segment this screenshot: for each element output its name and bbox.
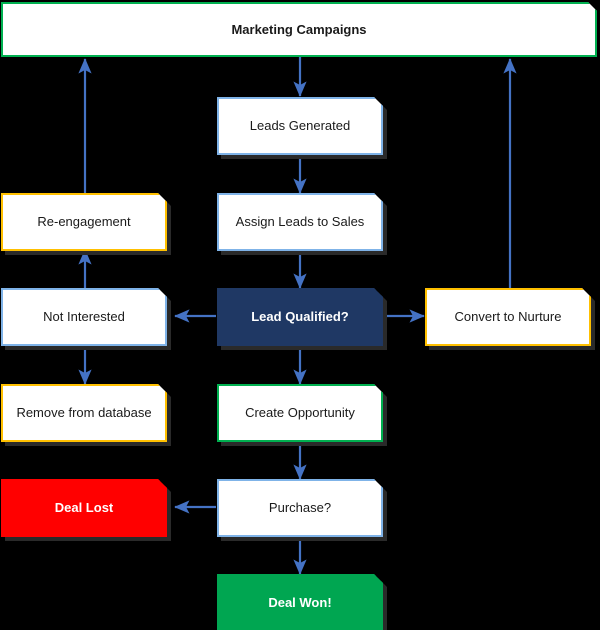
node-deal-won[interactable]: Deal Won! [217, 574, 383, 630]
node-lead-qualified[interactable]: Lead Qualified? [217, 288, 383, 346]
node-label-lead-qualified: Lead Qualified? [251, 309, 349, 325]
node-marketing-campaigns[interactable]: Marketing Campaigns [1, 2, 597, 57]
node-assign-leads-to-sales[interactable]: Assign Leads to Sales [217, 193, 383, 251]
node-purchase[interactable]: Purchase? [217, 479, 383, 537]
node-not-interested[interactable]: Not Interested [1, 288, 167, 346]
node-re-engagement[interactable]: Re-engagement [1, 193, 167, 251]
node-create-opportunity[interactable]: Create Opportunity [217, 384, 383, 442]
node-label-purchase: Purchase? [268, 500, 332, 516]
node-label-convert-to-nurture: Convert to Nurture [454, 309, 562, 325]
node-label-create-opportunity: Create Opportunity [245, 405, 355, 421]
node-label-deal-lost: Deal Lost [54, 500, 114, 516]
node-label-leads-generated: Leads Generated [249, 118, 351, 134]
node-deal-lost[interactable]: Deal Lost [1, 479, 167, 537]
node-label-deal-won: Deal Won! [268, 595, 332, 611]
node-leads-generated[interactable]: Leads Generated [217, 97, 383, 155]
node-label-marketing-campaigns: Marketing Campaigns [231, 22, 367, 37]
node-label-remove-from-database: Remove from database [16, 405, 152, 421]
node-label-assign-leads-to-sales: Assign Leads to Sales [235, 214, 365, 230]
node-label-re-engagement: Re-engagement [37, 214, 131, 230]
node-label-not-interested: Not Interested [43, 309, 125, 325]
node-convert-to-nurture[interactable]: Convert to Nurture [425, 288, 591, 346]
flowchart-canvas: Marketing Campaigns Leads Generated Assi… [0, 0, 600, 630]
node-remove-from-database[interactable]: Remove from database [1, 384, 167, 442]
